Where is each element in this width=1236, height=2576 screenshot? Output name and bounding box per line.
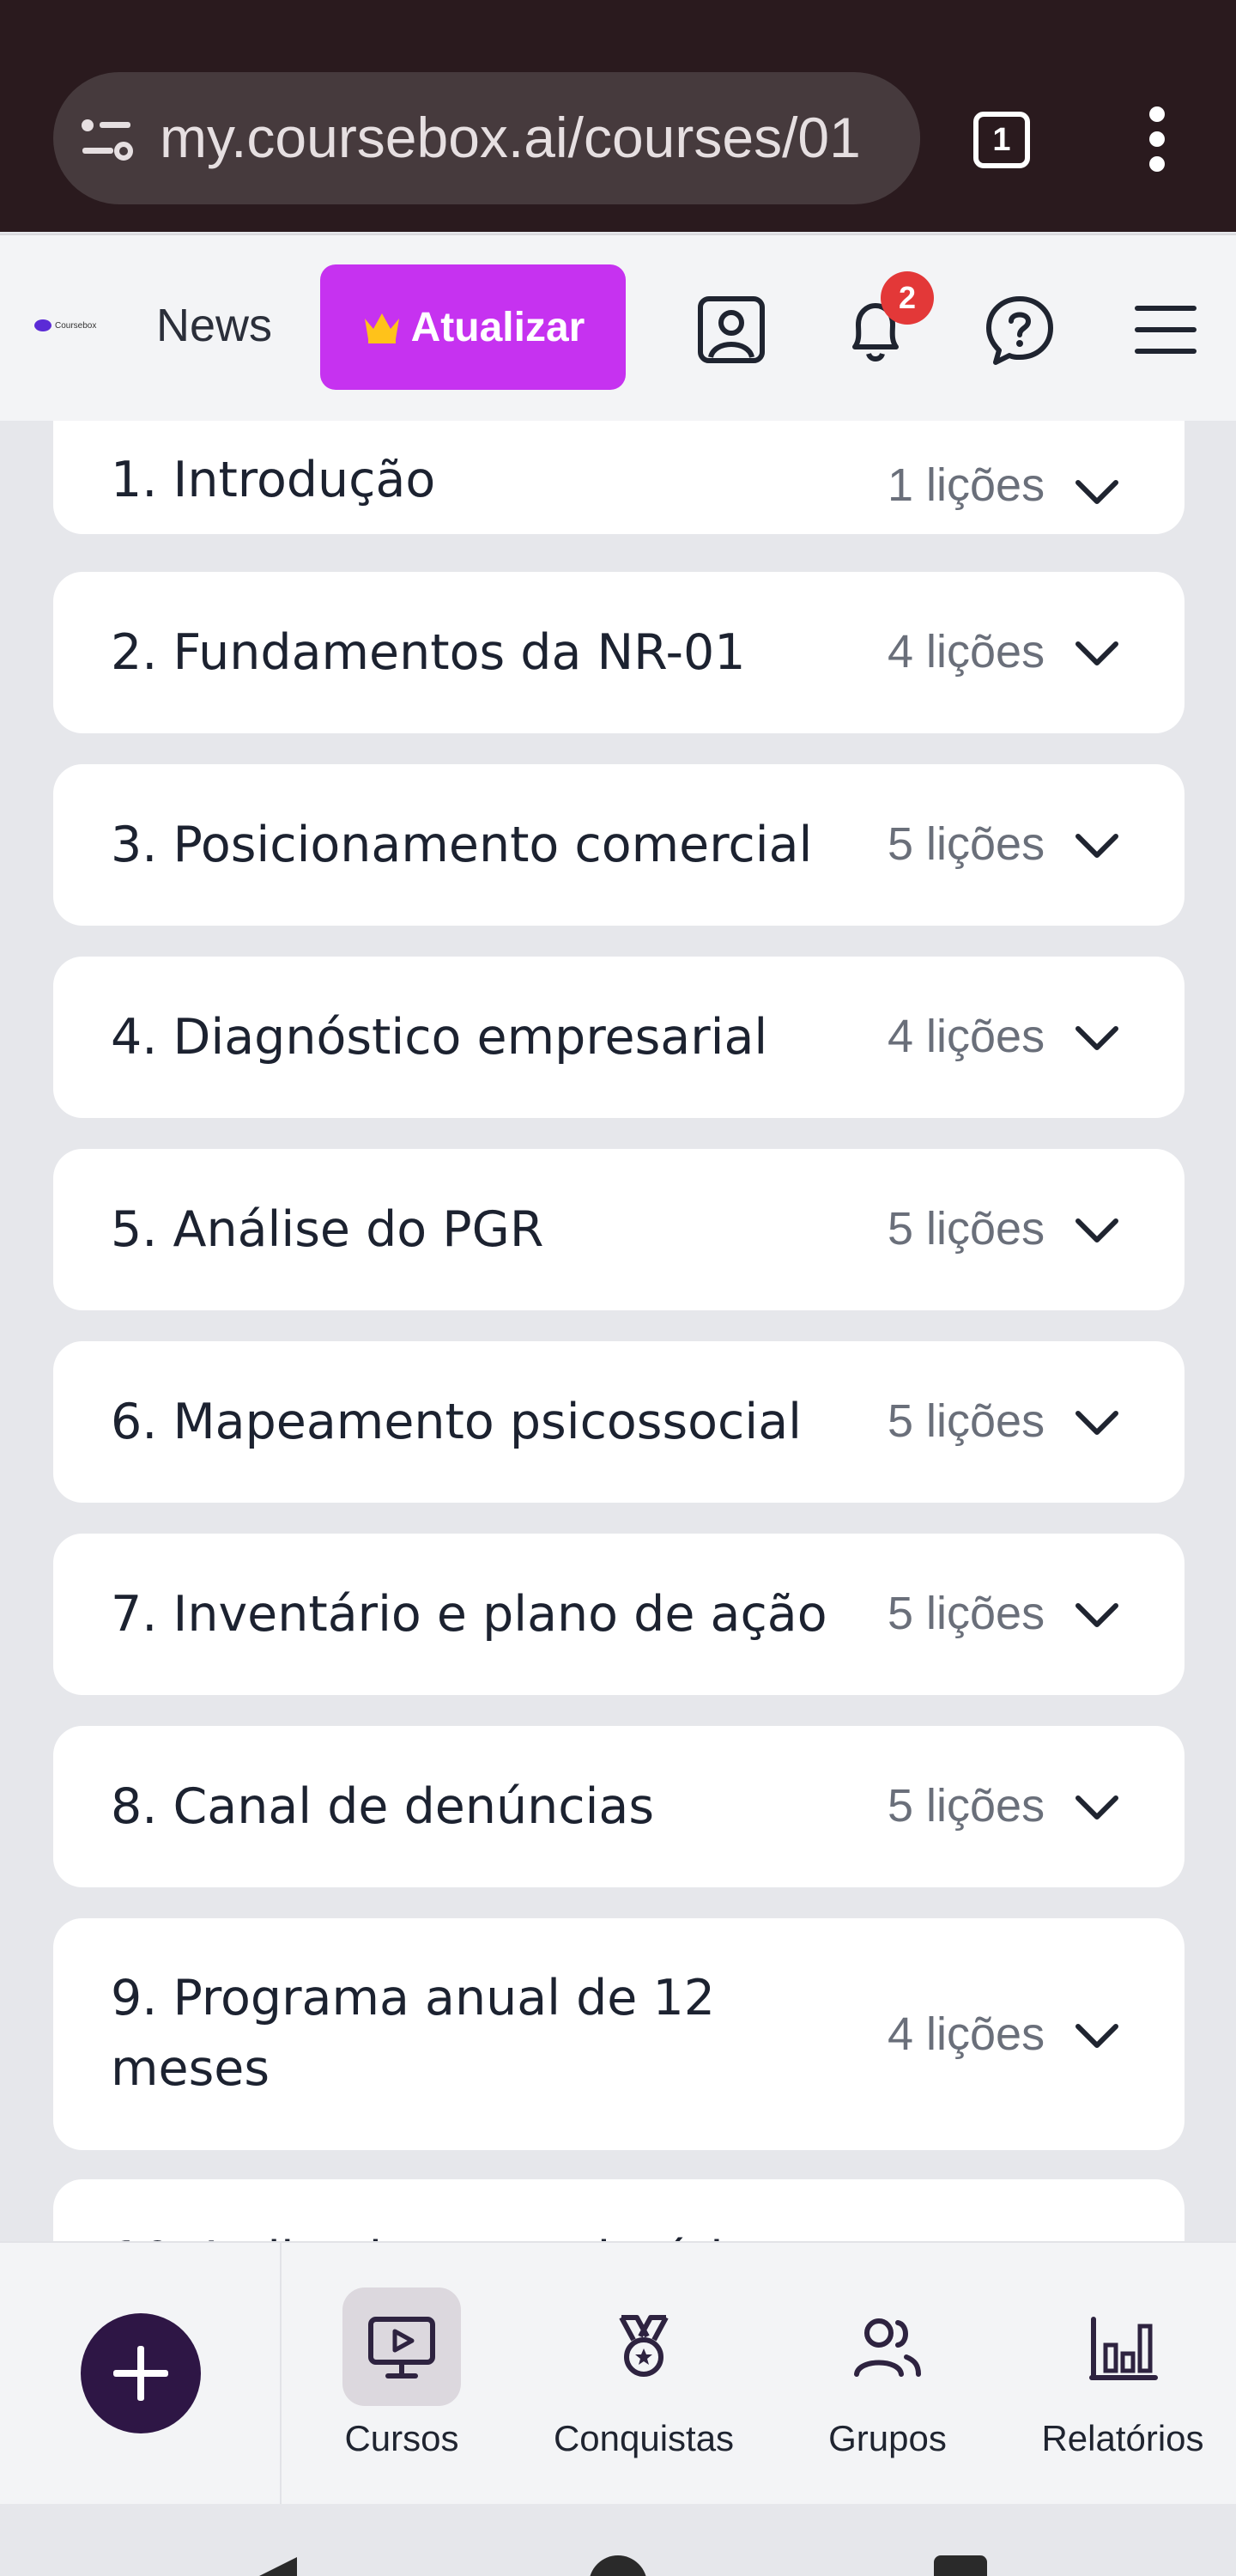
lesson-count: 5 lições <box>888 1203 1045 1255</box>
lesson-count: 4 lições <box>888 2008 1045 2060</box>
module-title: 4. Diagnóstico empresarial <box>111 1009 768 1066</box>
nav-item-groups[interactable]: Grupos <box>776 2287 999 2485</box>
bar-chart-icon <box>1089 2317 1158 2380</box>
lesson-count: 5 lições <box>888 1780 1045 1832</box>
home-icon[interactable] <box>589 2555 647 2576</box>
chevron-down-icon[interactable] <box>1073 1601 1121 1630</box>
logo-text: Coursebox <box>55 320 97 331</box>
nav-icon-container <box>1063 2287 1182 2406</box>
chevron-down-icon[interactable] <box>1073 831 1121 860</box>
coursebox-logo[interactable]: Coursebox <box>34 319 96 331</box>
module-title: 9. Programa anual de 12 meses <box>111 1970 716 2097</box>
lesson-count: 4 lições <box>888 626 1045 677</box>
chevron-down-icon[interactable] <box>1073 2021 1121 2050</box>
nav-icon-container <box>828 2287 947 2406</box>
notification-badge: 2 <box>881 271 934 325</box>
chevron-down-icon[interactable] <box>1073 477 1121 507</box>
nav-active-highlight <box>342 2287 461 2406</box>
module-title: 3. Posicionamento comercial <box>111 817 813 873</box>
module-card[interactable]: 1. Introdução 1 lições <box>53 421 1184 534</box>
chevron-down-icon[interactable] <box>1073 1024 1121 1053</box>
module-title: 5. Análise do PGR <box>111 1201 544 1258</box>
url-text[interactable]: my.coursebox.ai/courses/01 <box>160 105 861 170</box>
module-title: 1. Introdução <box>111 452 436 508</box>
module-list: 1. Introdução 1 lições 2. Fundamentos da… <box>0 421 1236 2241</box>
hamburger-menu-icon[interactable] <box>1130 294 1202 366</box>
profile-icon[interactable] <box>695 294 767 366</box>
address-bar[interactable]: my.coursebox.ai/courses/01 <box>53 72 920 204</box>
lesson-count: 5 lições <box>888 818 1045 870</box>
crown-icon <box>364 313 399 343</box>
news-link[interactable]: News <box>156 299 272 352</box>
monitor-play-icon <box>368 2317 435 2379</box>
browser-menu-icon[interactable] <box>1142 106 1172 175</box>
url-fade <box>851 72 920 204</box>
module-card[interactable]: 9. Programa anual de 12 meses 4 lições <box>53 1918 1184 2150</box>
nav-item-achievements[interactable]: Conquistas <box>532 2287 755 2485</box>
chevron-down-icon[interactable] <box>1073 1216 1121 1245</box>
chevron-down-icon[interactable] <box>1073 639 1121 668</box>
module-title: 7. Inventário e plano de ação <box>111 1586 827 1643</box>
module-title: 6. Mapeamento psicossocial <box>111 1394 802 1450</box>
module-card[interactable]: 6. Mapeamento psicossocial 5 lições <box>53 1341 1184 1503</box>
logo-mark-icon <box>34 319 52 331</box>
module-card[interactable]: 8. Canal de denúncias 5 lições <box>53 1726 1184 1887</box>
help-icon[interactable] <box>984 294 1056 366</box>
lesson-count: 5 lições <box>888 1588 1045 1639</box>
nav-label-reports: Relatórios <box>1041 2418 1204 2458</box>
nav-label-groups: Grupos <box>828 2418 947 2458</box>
module-card[interactable]: 4. Diagnóstico empresarial 4 lições <box>53 957 1184 1118</box>
nav-divider <box>280 2243 282 2506</box>
upgrade-label: Atualizar <box>410 304 585 350</box>
tab-switcher-button[interactable]: 1 <box>973 112 1030 168</box>
nav-icon-container <box>585 2287 703 2406</box>
app-header: Coursebox News Atualizar 2 <box>0 234 1236 421</box>
module-title: 2. Fundamentos da NR-01 <box>111 624 746 681</box>
medal-icon <box>619 2315 669 2377</box>
module-card[interactable]: 10. Indicadores e relatórios <box>53 2179 1184 2241</box>
upgrade-button[interactable]: Atualizar <box>320 264 626 390</box>
chevron-down-icon[interactable] <box>1073 1408 1121 1437</box>
create-course-button[interactable] <box>81 2313 201 2433</box>
back-icon[interactable] <box>256 2557 297 2576</box>
module-title: 8. Canal de denúncias <box>111 1778 655 1835</box>
nav-label-courses: Cursos <box>344 2418 459 2458</box>
module-card[interactable]: 5. Análise do PGR 5 lições <box>53 1149 1184 1310</box>
module-card[interactable]: 2. Fundamentos da NR-01 4 lições <box>53 572 1184 733</box>
nav-item-reports[interactable]: Relatórios <box>1011 2287 1234 2485</box>
module-title: 10. Indicadores e relatórios <box>111 2225 779 2241</box>
module-card[interactable]: 3. Posicionamento comercial 5 lições <box>53 764 1184 926</box>
lesson-count: 4 lições <box>888 1011 1045 1062</box>
nav-item-courses[interactable]: Cursos <box>290 2287 513 2485</box>
users-icon <box>854 2318 921 2377</box>
lesson-count: 5 lições <box>888 1395 1045 1447</box>
bottom-navigation: Cursos Conquistas Grupos Relatórios <box>0 2241 1236 2506</box>
lesson-count: 1 lições <box>888 459 1045 511</box>
nav-label-achievements: Conquistas <box>553 2418 735 2458</box>
module-card[interactable]: 7. Inventário e plano de ação 5 lições <box>53 1534 1184 1695</box>
system-navigation-bar <box>0 2504 1236 2576</box>
site-settings-icon[interactable] <box>79 115 134 163</box>
chevron-down-icon[interactable] <box>1073 1793 1121 1822</box>
recent-apps-icon[interactable] <box>934 2555 987 2576</box>
